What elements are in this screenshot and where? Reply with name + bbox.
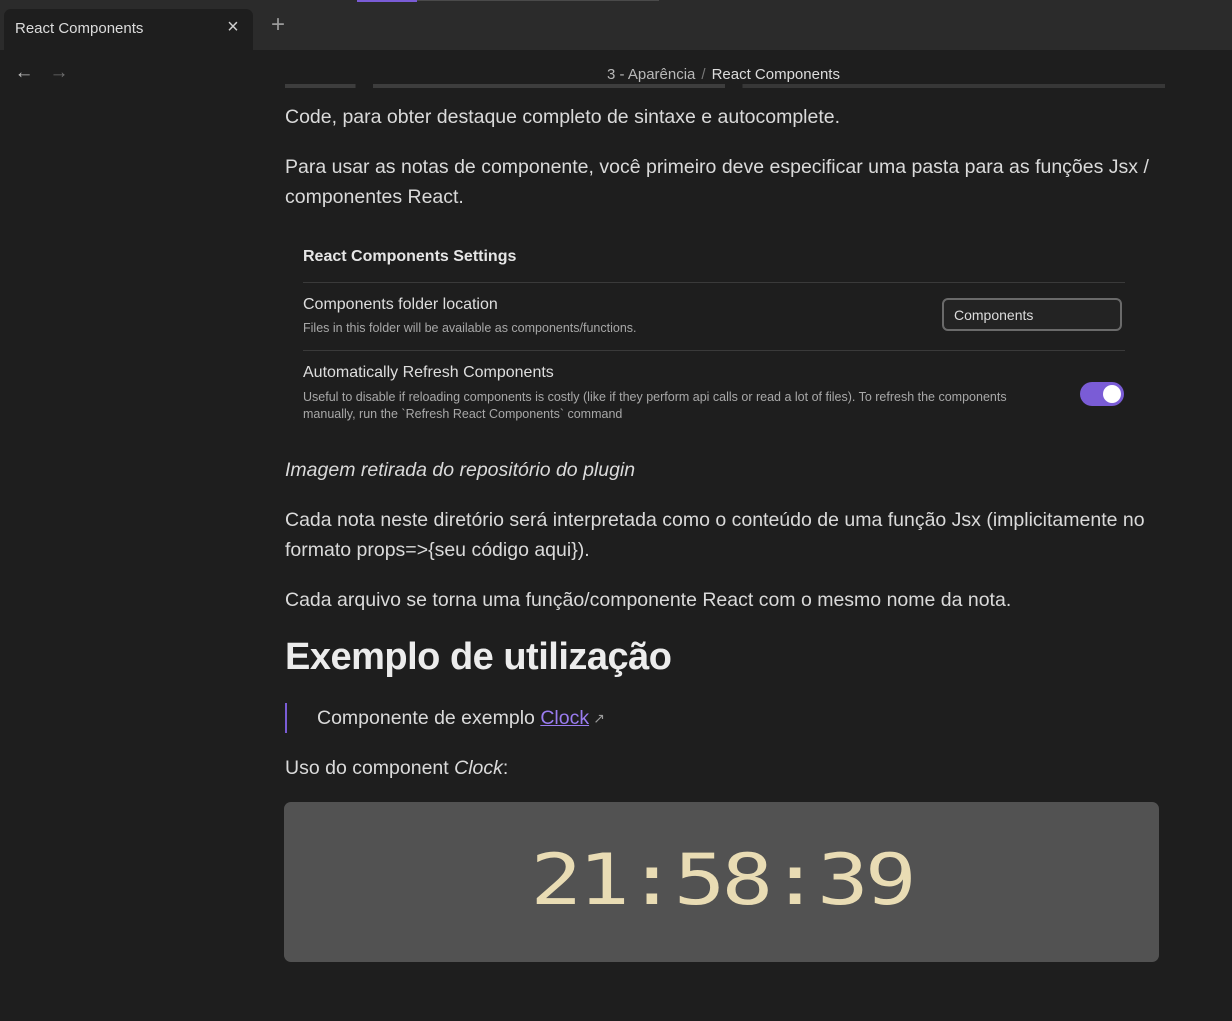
- usage-component-name: Clock: [454, 757, 503, 779]
- tab-bar: React Components × +: [0, 0, 1232, 50]
- clock-time: 21:58:39: [530, 839, 916, 921]
- quote-text: Componente de exemplo: [317, 707, 541, 729]
- components-folder-input[interactable]: [942, 298, 1122, 331]
- new-tab-icon[interactable]: +: [266, 13, 290, 37]
- tab-title: React Components: [15, 20, 144, 37]
- close-icon[interactable]: ×: [223, 17, 243, 37]
- forward-arrow-icon[interactable]: →: [48, 62, 70, 84]
- settings-title: React Components Settings: [303, 248, 517, 265]
- clock-component: 21:58:39: [284, 802, 1159, 962]
- setting-refresh-name: Automatically Refresh Components: [303, 364, 554, 381]
- top-accent-line: [357, 0, 417, 2]
- toggle-knob: [1103, 385, 1121, 403]
- back-arrow-icon[interactable]: ←: [13, 62, 35, 84]
- external-link-icon: ↗: [593, 710, 605, 726]
- paragraph: Code, para obter destaque completo de si…: [285, 106, 841, 128]
- auto-refresh-toggle[interactable]: [1080, 382, 1124, 406]
- clipped-text-line: [285, 78, 1165, 88]
- setting-refresh-desc: Useful to disable if reloading component…: [303, 390, 1007, 421]
- tab-react-components[interactable]: React Components ×: [4, 9, 253, 50]
- blockquote: Componente de exemplo Clock ↗: [285, 703, 605, 733]
- clock-link[interactable]: Clock: [540, 707, 589, 729]
- usage-prefix: Uso do component: [285, 757, 455, 779]
- settings-image: React Components Settings Components fol…: [285, 236, 1125, 436]
- note-content-continued: Imagem retirada do repositório do plugin…: [285, 455, 1165, 615]
- divider: [303, 350, 1125, 351]
- top-divider-line: [417, 0, 659, 1]
- paragraph: Cada arquivo se torna uma função/compone…: [285, 589, 1012, 611]
- paragraph: Para usar as notas de componente, você p…: [285, 156, 1149, 208]
- usage-line: Uso do component Clock:: [285, 753, 508, 783]
- setting-folder-name: Components folder location: [303, 296, 498, 313]
- divider: [303, 282, 1125, 283]
- image-caption: Imagem retirada do repositório do plugin: [285, 459, 636, 481]
- usage-suffix: :: [502, 757, 509, 779]
- setting-folder-desc: Files in this folder will be available a…: [303, 321, 637, 335]
- paragraph: Cada nota neste diretório será interpret…: [285, 509, 1145, 561]
- section-heading: Exemplo de utilização: [285, 636, 672, 678]
